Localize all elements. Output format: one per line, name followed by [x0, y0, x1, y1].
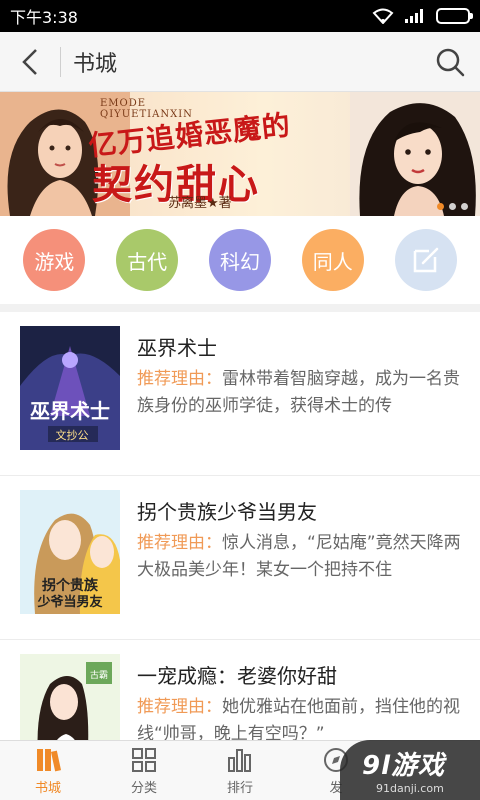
book-cover-image: 古霸 你好甜: [20, 654, 120, 740]
status-bar: 下午3:38: [0, 0, 480, 32]
banner-dot-active[interactable]: [437, 203, 444, 210]
battery-icon: [436, 8, 473, 24]
category-edit-button[interactable]: [394, 229, 457, 291]
banner-woman-illustration: [350, 92, 480, 216]
category-label: 科幻: [219, 249, 260, 274]
page-title: 书城: [73, 51, 118, 77]
watermark-sub: 91danji.com: [376, 782, 444, 795]
category-youxi-button[interactable]: 游戏: [23, 229, 86, 291]
banner-pagination: [437, 203, 468, 210]
book-description: 推荐理由：惊人消息，“尼姑庵”竟然天降两大极品美少年！某女一个把持不住: [137, 530, 462, 584]
promo-banner[interactable]: EMODE QIYUETIANXIN 亿万追婚恶魔的 契约甜心 苏离墨★著: [0, 92, 480, 216]
banner-pinyin-1: EMODE: [100, 98, 147, 109]
back-button[interactable]: [0, 32, 60, 92]
search-icon: [436, 48, 465, 76]
header-divider: [60, 46, 61, 77]
category-label: 古代: [127, 249, 168, 274]
cover-title-text: 巫界术士: [30, 399, 110, 423]
book-title: 拐个贵族少爷当男友: [137, 500, 317, 524]
app-header: 书城: [0, 32, 480, 92]
book-list: 巫界术士 文抄公 巫界术士 推荐理由：雷林带着智脑穿越，成为一名贵族身份的巫师学…: [0, 312, 480, 740]
books-icon: [37, 749, 62, 772]
nav-label: 书城: [34, 781, 61, 796]
book-cover-image: 巫界术士 文抄公: [20, 326, 120, 450]
status-time: 下午3:38: [10, 8, 78, 27]
nav-bookstore[interactable]: 书城: [0, 741, 96, 800]
category-kehuan-button[interactable]: 科幻: [208, 229, 271, 291]
edit-icon: [413, 247, 438, 273]
book-list-item[interactable]: 巫界术士 文抄公 巫界术士 推荐理由：雷林带着智脑穿越，成为一名贵族身份的巫师学…: [0, 312, 480, 476]
wifi-icon: [372, 8, 394, 24]
category-gudai-button[interactable]: 古代: [116, 229, 179, 291]
category-label: 同人: [312, 249, 353, 274]
watermark-logo: 9l游戏 91danji.com: [340, 740, 480, 800]
category-row: 游戏 古代 科幻 同人: [0, 216, 480, 312]
book-title: 一宠成瘾：老婆你好甜: [137, 664, 337, 688]
watermark-main: 9l游戏: [362, 751, 446, 781]
banner-dot[interactable]: [449, 203, 456, 210]
status-icons: [372, 8, 473, 24]
search-button[interactable]: [420, 32, 480, 92]
reason-label: 推荐理由：: [137, 369, 222, 389]
reason-label: 推荐理由：: [137, 697, 222, 717]
grid-icon: [132, 748, 156, 772]
svg-text:古霸: 古霸: [90, 669, 108, 681]
svg-text:少爷当男友: 少爷当男友: [36, 594, 102, 610]
book-description: 推荐理由：雷林带着智脑穿越，成为一名贵族身份的巫师学徒，获得术士的传: [137, 366, 462, 420]
category-label: 游戏: [34, 249, 75, 274]
signal-icon: [405, 9, 423, 23]
banner-author: 苏离墨★著: [168, 196, 232, 211]
book-title: 巫界术士: [137, 336, 217, 360]
banner-dot[interactable]: [461, 203, 468, 210]
book-description: 推荐理由：她优雅站在他面前，挡住他的视线“帅哥，晚上有空吗？”: [137, 694, 462, 740]
nav-label: 排行: [226, 781, 253, 796]
reason-label: 推荐理由：: [137, 533, 222, 553]
book-list-item[interactable]: 拐个贵族 少爷当男友 拐个贵族少爷当男友 推荐理由：惊人消息，“尼姑庵”竟然天降…: [0, 476, 480, 640]
svg-text:文抄公: 文抄公: [56, 428, 89, 442]
svg-text:拐个贵族: 拐个贵族: [42, 577, 99, 594]
nav-label: 分类: [130, 781, 157, 796]
category-tongren-button[interactable]: 同人: [301, 229, 364, 291]
book-list-item[interactable]: 古霸 你好甜 一宠成瘾：老婆你好甜 推荐理由：她优雅站在他面前，挡住他的视线“帅…: [0, 640, 480, 740]
nav-category[interactable]: 分类: [96, 741, 192, 800]
book-cover-image: 拐个贵族 少爷当男友: [20, 490, 120, 614]
chevron-left-icon: [22, 48, 37, 75]
nav-ranking[interactable]: 排行: [192, 741, 288, 800]
bar-chart-icon: [228, 749, 251, 772]
